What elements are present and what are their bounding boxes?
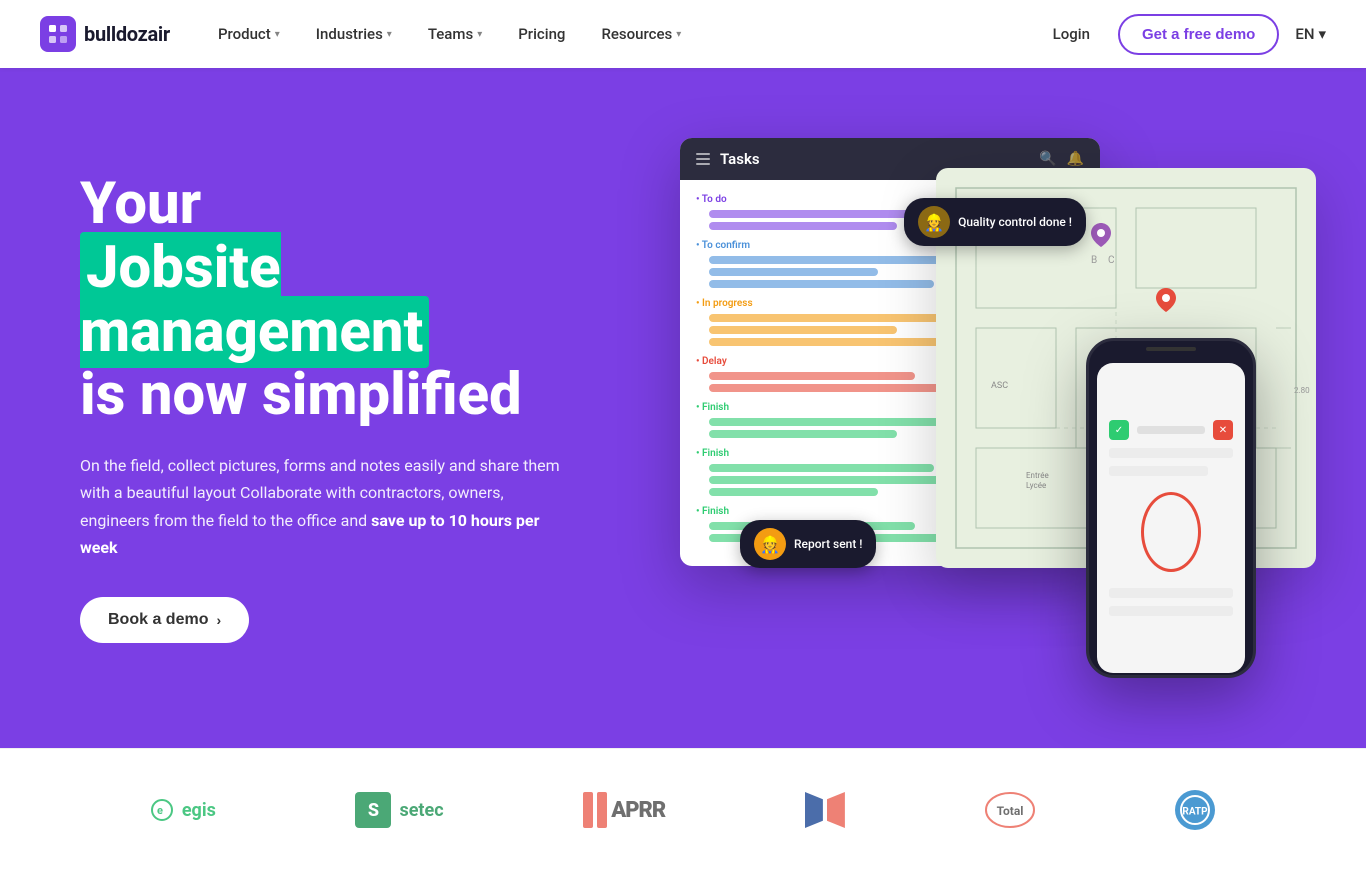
hero-section: Your Jobsite management is now simplifie… xyxy=(0,68,1366,748)
logos-section: e egis S setec APRR Total RATP xyxy=(0,748,1366,871)
phone-content-line xyxy=(1109,606,1233,616)
aprr-logo: APRR xyxy=(583,792,665,828)
book-demo-button[interactable]: Book a demo › xyxy=(80,597,249,643)
report-notification-text: Report sent ! xyxy=(794,537,862,551)
partner-total: Total xyxy=(985,792,1035,828)
nav-item-teams[interactable]: Teams ▾ xyxy=(412,17,498,51)
bell-icon[interactable]: 🔔 xyxy=(1067,151,1084,167)
arrow-right-icon: › xyxy=(216,612,221,628)
task-bar xyxy=(709,384,972,392)
map-pin-red xyxy=(1156,288,1176,308)
nav-item-product[interactable]: Product ▾ xyxy=(202,17,296,51)
partner-setec: S setec xyxy=(355,792,443,828)
phone-screen: ✓ ✕ xyxy=(1097,363,1245,673)
chevron-down-icon: ▾ xyxy=(477,29,482,40)
logo-text: bulldozair xyxy=(84,22,170,46)
total-icon: Total xyxy=(985,792,1035,828)
svg-text:Entrée: Entrée xyxy=(1026,471,1049,480)
svg-text:Total: Total xyxy=(996,804,1023,818)
phone-oval-sketch xyxy=(1141,492,1201,572)
map-pin-purple xyxy=(1091,223,1111,243)
search-icon[interactable]: 🔍 xyxy=(1039,151,1056,167)
nav-item-industries[interactable]: Industries ▾ xyxy=(300,17,408,51)
hamburger-icon xyxy=(696,153,710,165)
task-bar xyxy=(709,268,878,276)
hero-content: Your Jobsite management is now simplifie… xyxy=(80,173,640,643)
phone-mockup: ✓ ✕ xyxy=(1086,338,1256,678)
svg-text:ASC: ASC xyxy=(991,381,1008,391)
setec-label: setec xyxy=(399,800,443,821)
task-bar xyxy=(709,488,878,496)
tasks-panel-title: Tasks xyxy=(720,150,760,168)
phone-action-row: ✓ ✕ xyxy=(1109,420,1233,440)
partner-aprr: APRR xyxy=(583,792,665,828)
report-notification: 👷 Report sent ! xyxy=(740,520,876,568)
language-selector[interactable]: EN ▾ xyxy=(1295,25,1326,43)
chevron-down-icon: ▾ xyxy=(387,29,392,40)
carrefour-icon xyxy=(805,792,845,828)
task-bar xyxy=(709,464,934,472)
svg-text:RATP: RATP xyxy=(1183,807,1209,818)
partner-carrefour xyxy=(805,792,845,828)
logo-icon xyxy=(40,16,76,52)
check-icon: ✓ xyxy=(1109,420,1129,440)
nav-links: Product ▾ Industries ▾ Teams ▾ Pricing R… xyxy=(202,17,1041,51)
partner-ratp: RATP xyxy=(1174,789,1216,831)
phone-content-line xyxy=(1109,588,1233,598)
task-bar xyxy=(709,222,897,230)
chevron-down-icon: ▾ xyxy=(275,29,280,40)
hero-heading: Your Jobsite management is now simplifie… xyxy=(80,173,640,428)
login-button[interactable]: Login xyxy=(1041,17,1102,51)
chevron-down-icon: ▾ xyxy=(1318,25,1326,43)
tasks-panel-icons: 🔍 🔔 xyxy=(1039,151,1084,167)
nav-right: Login Get a free demo EN ▾ xyxy=(1041,14,1326,55)
hero-description: On the field, collect pictures, forms an… xyxy=(80,452,560,561)
partner-egis: e egis xyxy=(150,798,216,822)
quality-avatar: 👷 xyxy=(918,206,950,238)
x-icon: ✕ xyxy=(1213,420,1233,440)
nav-item-resources[interactable]: Resources ▾ xyxy=(585,17,697,51)
svg-text:B: B xyxy=(1091,255,1097,266)
logo-link[interactable]: bulldozair xyxy=(40,16,170,52)
phone-content-line xyxy=(1109,448,1233,458)
svg-text:C: C xyxy=(1108,255,1115,266)
tasks-header-left: Tasks xyxy=(696,150,760,168)
task-bar xyxy=(709,372,915,380)
quality-notification: 👷 Quality control done ! xyxy=(904,198,1086,246)
get-demo-button[interactable]: Get a free demo xyxy=(1118,14,1279,55)
svg-text:e: e xyxy=(157,804,163,817)
task-bar xyxy=(709,326,897,334)
report-avatar: 👷 xyxy=(754,528,786,560)
navbar: bulldozair Product ▾ Industries ▾ Teams … xyxy=(0,0,1366,68)
hero-visual: Tasks 🔍 🔔 • To do• To confirm• In progre… xyxy=(680,138,1286,678)
nav-item-pricing[interactable]: Pricing xyxy=(502,17,581,51)
task-bar xyxy=(709,338,953,346)
egis-label: egis xyxy=(182,800,216,821)
setec-icon: S xyxy=(355,792,391,828)
ratp-icon: RATP xyxy=(1174,789,1216,831)
chevron-down-icon: ▾ xyxy=(676,29,681,40)
svg-text:Lycée: Lycée xyxy=(1026,481,1046,490)
task-bar xyxy=(709,430,897,438)
quality-notification-text: Quality control done ! xyxy=(958,215,1072,229)
task-bar xyxy=(709,280,934,288)
phone-content-line xyxy=(1109,466,1208,476)
egis-icon: e xyxy=(150,798,174,822)
